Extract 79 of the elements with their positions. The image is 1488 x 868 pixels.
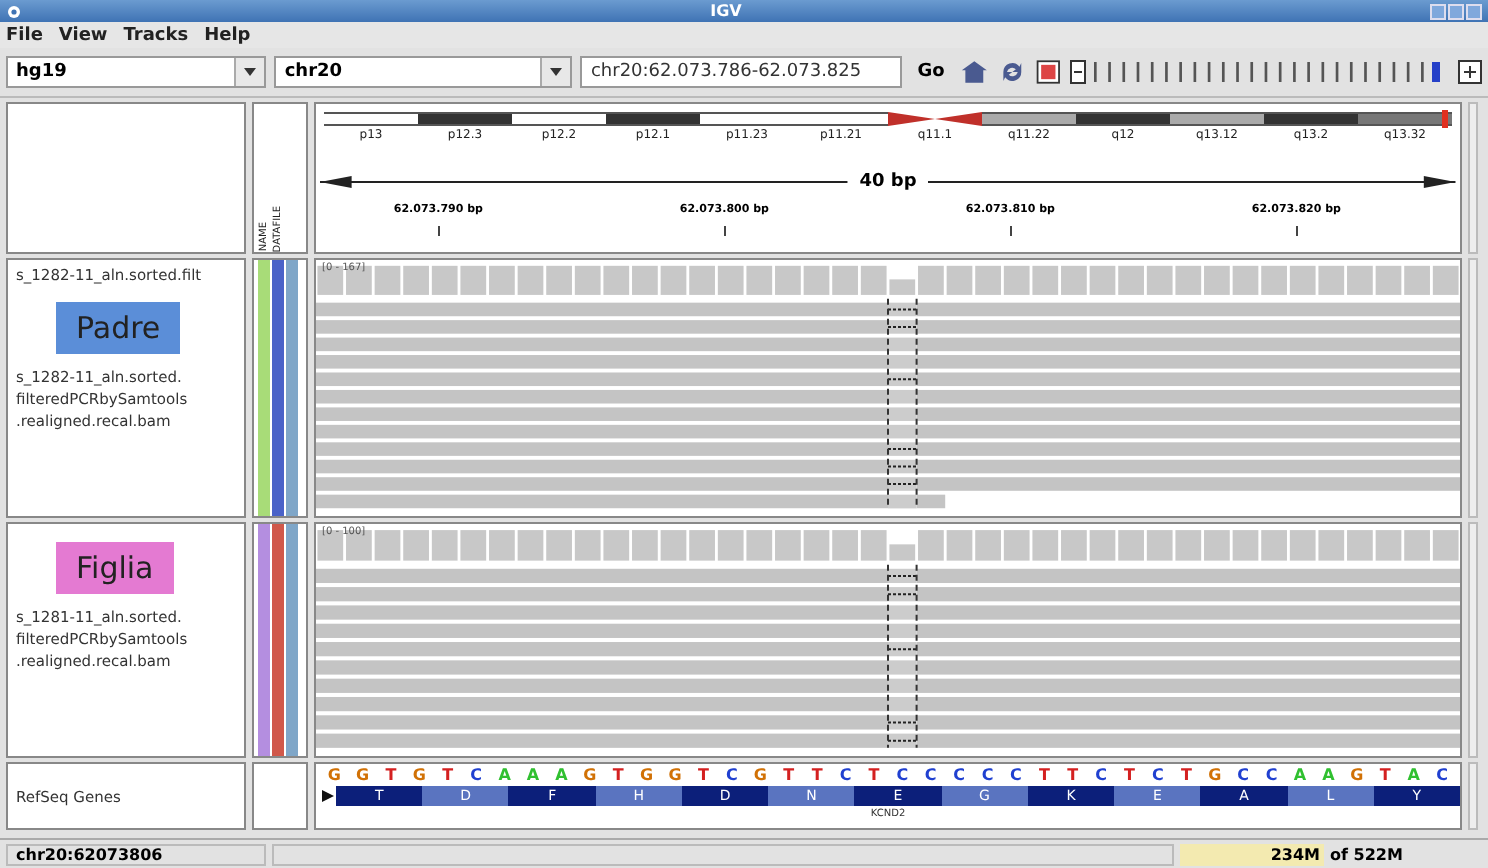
window-title: IGV — [710, 2, 742, 20]
scrollbar[interactable] — [1468, 102, 1478, 254]
base-letter: C — [1434, 766, 1450, 784]
base-letter: T — [809, 766, 825, 784]
base-letter: G — [354, 766, 372, 784]
minimize-button[interactable] — [1429, 3, 1446, 19]
base-letter: T — [866, 766, 882, 784]
base-letter: C — [1150, 766, 1166, 784]
tick-mark — [724, 226, 727, 236]
menu-item[interactable]: View — [58, 25, 108, 45]
position-readout: chr20:62073806 — [6, 843, 266, 865]
base-letter: C — [894, 766, 911, 784]
base-letter: C — [1008, 766, 1024, 784]
base-letter: C — [951, 766, 967, 784]
centromere-band — [888, 112, 982, 126]
close-button[interactable] — [1465, 3, 1482, 19]
base-letter: T — [1122, 766, 1138, 784]
strand-arrow-icon — [320, 788, 336, 804]
base-letter: G — [1206, 766, 1224, 784]
base-letter: C — [1263, 766, 1280, 784]
refresh-icon[interactable] — [997, 58, 1026, 86]
base-letter: C — [468, 766, 485, 784]
base-letter: T — [1178, 766, 1194, 784]
menu-item[interactable]: Tracks — [123, 25, 189, 45]
span-label: 40 bp — [859, 172, 917, 192]
base-letter: T — [1036, 766, 1052, 784]
tick-mark — [438, 226, 441, 236]
base-letter: G — [1348, 766, 1366, 784]
sample-label: Figlia — [56, 542, 174, 594]
base-letter: T — [610, 766, 626, 784]
base-letter: C — [1093, 766, 1110, 784]
base-letter: A — [524, 766, 542, 784]
sample-label: Padre — [56, 302, 181, 354]
genome-dropdown[interactable]: hg19 — [6, 56, 267, 88]
base-letter: G — [638, 766, 656, 784]
base-letter: C — [724, 766, 740, 784]
zoom-in-icon[interactable] — [1458, 60, 1482, 84]
memory-used: 234M — [1180, 843, 1324, 865]
home-icon[interactable] — [960, 58, 990, 86]
base-letter: A — [553, 766, 570, 784]
base-letter: T — [781, 766, 797, 784]
base-letter: T — [1377, 766, 1393, 784]
caret-icon — [550, 68, 563, 76]
base-letter: T — [1065, 766, 1081, 784]
base-letter: C — [837, 766, 854, 784]
scrollbar[interactable] — [1468, 762, 1478, 830]
attribute-panel — [252, 762, 308, 830]
menu-item[interactable]: Help — [204, 25, 251, 45]
base-letter: A — [1405, 766, 1422, 784]
base-letter: C — [1235, 766, 1252, 784]
maximize-button[interactable] — [1447, 3, 1464, 19]
base-letter: A — [496, 766, 513, 784]
base-letter: G — [325, 766, 343, 784]
caret-icon — [244, 68, 257, 76]
position-marker — [1442, 110, 1448, 128]
base-letter: T — [383, 766, 399, 784]
base-letter: G — [410, 766, 428, 784]
region-icon[interactable] — [1033, 58, 1063, 86]
scrollbar[interactable] — [1468, 258, 1478, 518]
zoom-slider-thumb[interactable] — [1431, 62, 1440, 82]
scrollbar[interactable] — [1468, 522, 1478, 758]
base-letter: G — [581, 766, 599, 784]
base-letter: C — [979, 766, 996, 784]
memory-total: of 522M — [1330, 845, 1405, 863]
base-letter: G — [666, 766, 684, 784]
chromosome-dropdown[interactable]: chr20 — [274, 56, 573, 88]
tick-mark — [1010, 226, 1013, 236]
base-letter: G — [751, 766, 769, 784]
base-letter: T — [696, 766, 711, 784]
zoom-out-icon[interactable] — [1070, 60, 1087, 84]
base-letter: A — [1320, 766, 1337, 784]
base-letter: C — [922, 766, 939, 784]
menu-item[interactable]: File — [6, 25, 43, 45]
go-button[interactable]: Go — [909, 62, 953, 82]
base-letter: T — [440, 766, 456, 784]
base-letter: A — [1291, 766, 1309, 784]
app-icon — [6, 3, 22, 19]
locus-field[interactable]: chr20:62.073.786-62.073.825 — [580, 56, 902, 88]
tick-mark — [1296, 226, 1299, 236]
